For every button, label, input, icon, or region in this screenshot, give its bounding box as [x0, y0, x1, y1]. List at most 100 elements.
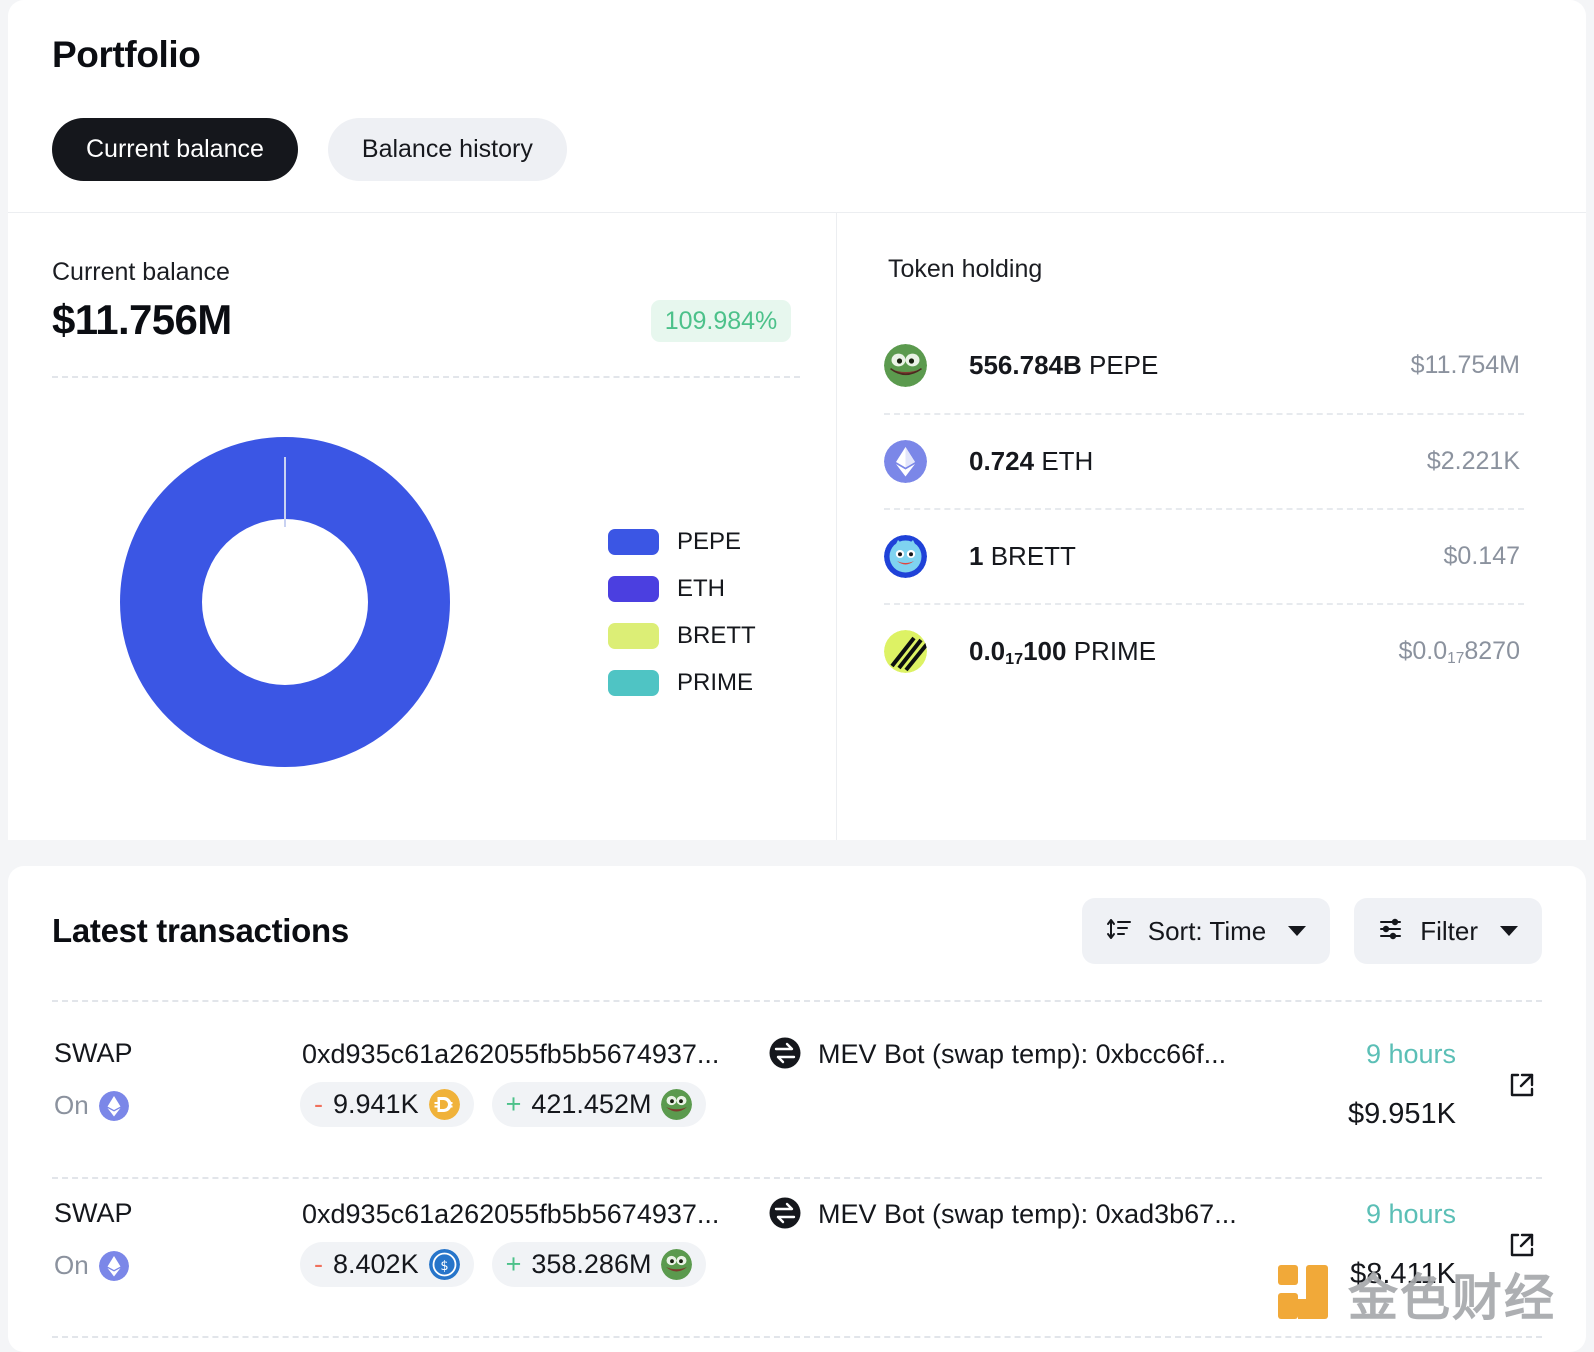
sort-icon — [1106, 916, 1132, 947]
token-amount-value-brett: 1 — [969, 541, 984, 571]
tx-in-sign-2: + — [505, 1249, 522, 1279]
portfolio-page: Portfolio Current balance Balance histor… — [0, 0, 1594, 1352]
sort-dropdown[interactable]: Sort: Time — [1081, 898, 1331, 964]
tx-hash-2[interactable]: 0xd935c61a262055fb5b5674937... — [302, 1199, 719, 1230]
transactions-bottom-divider — [52, 1336, 1542, 1338]
transactions-top-divider — [52, 1000, 1542, 1002]
token-symbol-brett: BRETT — [990, 541, 1076, 571]
token-usd-eth: $2.221K — [1426, 447, 1520, 475]
filter-dropdown[interactable]: Filter — [1354, 898, 1542, 964]
prime-usd-pre: $0.0 — [1398, 637, 1448, 665]
tx-time-1: 9 hours — [1365, 1039, 1456, 1069]
ethereum-icon — [98, 1090, 129, 1121]
external-link-icon-2[interactable] — [1508, 1231, 1536, 1259]
usdc-token-icon: $ — [428, 1249, 460, 1280]
legend-item-brett: BRETT — [608, 612, 756, 659]
tx-amount-badges-1: - 9.941K + 421.452M — [300, 1082, 707, 1127]
prime-token-icon — [884, 630, 927, 673]
token-holding-list: 556.784B PEPE $11.754M 0.724 ETH $2.221K — [884, 318, 1524, 698]
filter-icon — [1378, 916, 1404, 947]
portfolio-tabs: Current balance Balance history — [52, 118, 567, 181]
pepe-token-icon-tx1 — [661, 1089, 693, 1120]
latest-transactions-title: Latest transactions — [52, 912, 349, 949]
token-row-pepe[interactable]: 556.784B PEPE $11.754M — [884, 318, 1524, 413]
balance-change-badge: 109.984% — [651, 300, 791, 342]
token-row-brett[interactable]: 1 BRETT $0.147 — [884, 508, 1524, 603]
prime-usd-sub: 17 — [1447, 650, 1465, 668]
tx-type-label-2: SWAP — [54, 1198, 133, 1228]
tx-type-label-1: SWAP — [54, 1038, 133, 1068]
tx-counterparty-1[interactable]: MEV Bot (swap temp): 0xbcc66f... — [818, 1039, 1226, 1070]
swap-arrows-icon-1 — [768, 1036, 802, 1070]
tx-chain-2: On — [54, 1250, 129, 1281]
token-symbol-pepe: PEPE — [1089, 350, 1159, 380]
external-link-icon-1[interactable] — [1508, 1071, 1536, 1099]
tx-out-badge-1: - 9.941K — [300, 1082, 474, 1127]
legend-item-eth: ETH — [608, 565, 756, 612]
table-row[interactable]: SWAP On 0xd935c61a262055fb5b5674937... M… — [52, 1178, 1542, 1328]
tab-current-balance[interactable]: Current balance — [52, 118, 298, 181]
tx-out-amount-2: 8.402K — [333, 1249, 419, 1279]
token-usd-pepe: $11.754M — [1410, 351, 1520, 379]
token-amount-pepe: 556.784B PEPE — [969, 350, 1158, 381]
token-row-eth[interactable]: 0.724 ETH $2.221K — [884, 413, 1524, 508]
tx-hash-1[interactable]: 0xd935c61a262055fb5b5674937... — [302, 1039, 719, 1070]
dai-token-icon — [428, 1089, 460, 1120]
prime-amount-post: 100 — [1023, 636, 1067, 666]
legend-swatch-brett — [608, 622, 659, 649]
prime-amount-pre: 0.0 — [969, 636, 1006, 666]
latest-transactions-card: Latest transactions Sort: Time Filter SW… — [8, 866, 1586, 1352]
chevron-down-icon-filter — [1500, 926, 1518, 936]
table-row[interactable]: SWAP On 0xd935c61a262055fb5b5674937... M… — [52, 1018, 1542, 1168]
tx-chain-1: On — [54, 1090, 129, 1121]
token-amount-prime: 0.017100 PRIME — [969, 636, 1157, 669]
current-balance-label: Current balance — [52, 258, 230, 286]
pepe-token-icon — [884, 344, 927, 387]
tx-out-amount-1: 9.941K — [333, 1089, 419, 1119]
allocation-donut-chart — [120, 437, 450, 767]
token-usd-prime: $0.0178270 — [1398, 637, 1520, 668]
chart-legend: PEPE ETH BRETT PRIME — [608, 518, 756, 706]
token-usd-brett: $0.147 — [1443, 542, 1520, 570]
token-amount-value-eth: 0.724 — [969, 446, 1035, 476]
tx-on-label-2: On — [54, 1250, 89, 1280]
tx-in-sign-1: + — [505, 1089, 522, 1119]
tx-in-amount-2: 358.286M — [531, 1249, 652, 1279]
sort-label: Sort: Time — [1147, 915, 1267, 946]
svg-text:$: $ — [440, 1259, 448, 1274]
prime-usd-post: 8270 — [1464, 637, 1520, 665]
token-symbol-prime: PRIME — [1073, 636, 1157, 666]
tx-amount-badges-2: - 8.402K $ + 358.286M — [300, 1242, 707, 1287]
tx-in-badge-2: + 358.286M — [491, 1242, 707, 1287]
tx-out-sign-1: - — [314, 1089, 323, 1119]
chevron-down-icon-sort — [1288, 926, 1307, 936]
legend-label-brett: BRETT — [677, 621, 756, 649]
balance-separator — [52, 376, 800, 378]
filter-label: Filter — [1420, 915, 1478, 946]
token-amount-value-pepe: 556.784B — [969, 350, 1082, 380]
legend-swatch-prime — [608, 669, 659, 696]
tx-in-amount-1: 421.452M — [531, 1089, 652, 1119]
header-divider — [8, 212, 1586, 213]
token-amount-value-prime: 0.017100 — [969, 636, 1067, 669]
token-row-prime[interactable]: 0.017100 PRIME $0.0178270 — [884, 603, 1524, 698]
legend-label-eth: ETH — [677, 574, 725, 602]
page-title: Portfolio — [52, 34, 201, 75]
legend-item-prime: PRIME — [608, 659, 756, 706]
token-amount-brett: 1 BRETT — [969, 541, 1076, 572]
prime-amount-sub: 17 — [1005, 650, 1024, 669]
tx-value-2: $8.411K — [1350, 1258, 1456, 1290]
tx-counterparty-2[interactable]: MEV Bot (swap temp): 0xad3b67... — [818, 1199, 1237, 1230]
legend-label-pepe: PEPE — [677, 527, 742, 555]
tx-in-badge-1: + 421.452M — [491, 1082, 707, 1127]
legend-swatch-eth — [608, 575, 659, 602]
tab-balance-history[interactable]: Balance history — [327, 118, 567, 181]
portfolio-card: Portfolio Current balance Balance histor… — [8, 0, 1586, 840]
pepe-token-icon-tx2 — [661, 1249, 693, 1280]
legend-label-prime: PRIME — [677, 668, 754, 696]
tx-on-label-1: On — [54, 1090, 89, 1120]
ethereum-icon-2 — [98, 1250, 129, 1281]
token-holding-title: Token holding — [888, 255, 1043, 283]
tx-out-badge-2: - 8.402K $ — [300, 1242, 474, 1287]
token-symbol-eth: ETH — [1041, 446, 1094, 476]
